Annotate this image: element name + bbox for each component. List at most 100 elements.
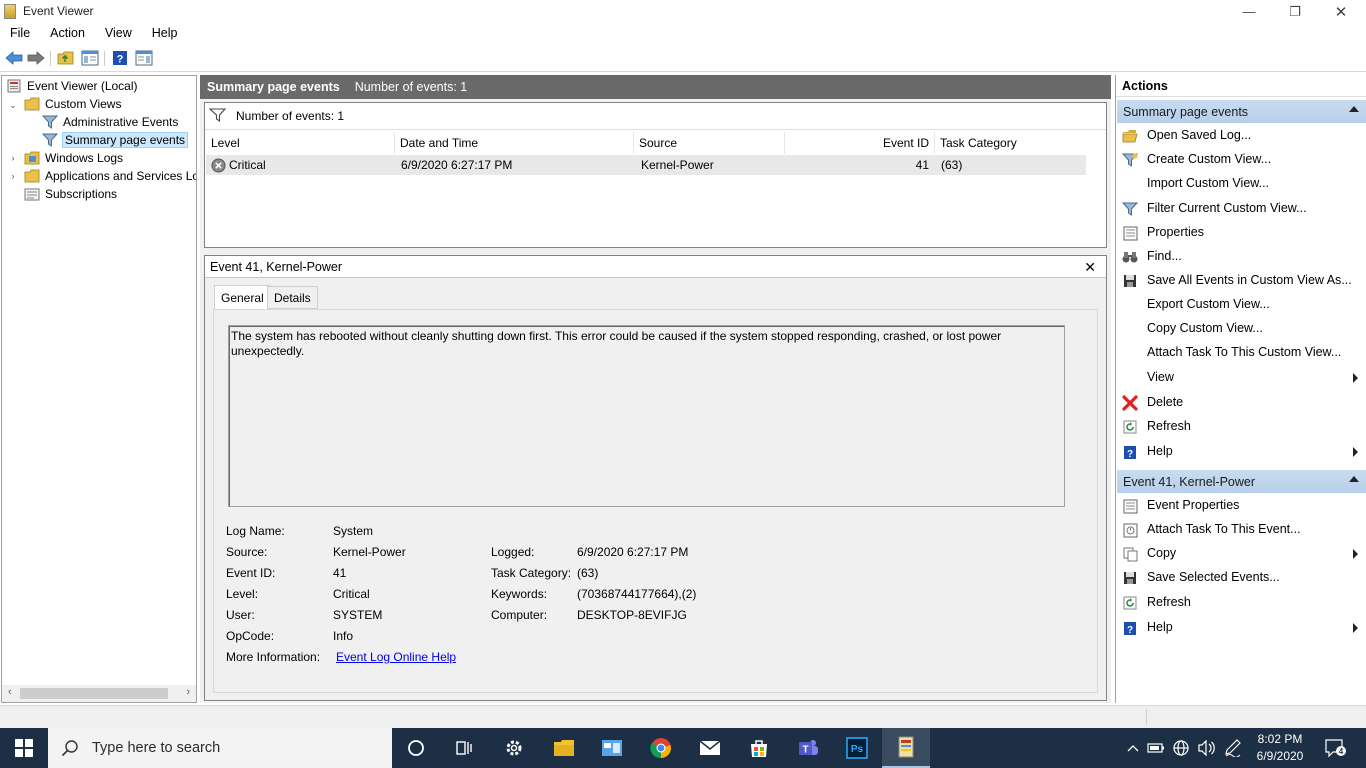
action-export-custom-view[interactable]: Export Custom View... <box>1116 293 1366 316</box>
settings-icon[interactable] <box>490 728 538 768</box>
event-id-cell: 41 <box>915 158 929 172</box>
submenu-arrow-icon <box>1353 623 1358 633</box>
console-tree: Event Viewer (Local) ⌄ Custom Views Admi… <box>1 75 197 703</box>
tree-item-custom-views[interactable]: Custom Views <box>24 95 121 113</box>
tree-item-applications-services-logs[interactable]: Applications and Services Lo <box>24 167 196 185</box>
action-copy-custom-view[interactable]: Copy Custom View... <box>1116 317 1366 340</box>
minimize-button[interactable]: — <box>1226 0 1272 23</box>
menu-view[interactable]: View <box>95 23 142 44</box>
section-event-41[interactable]: Event 41, Kernel-Power <box>1117 470 1366 493</box>
teams-icon[interactable]: T <box>784 728 832 768</box>
chevron-up-icon[interactable] <box>1124 728 1142 768</box>
action-properties[interactable]: Properties <box>1116 221 1366 244</box>
task-view-icon[interactable] <box>440 728 488 768</box>
chevron-right-icon[interactable]: › <box>8 153 18 163</box>
tree-horizontal-scrollbar[interactable]: ‹ › <box>2 685 196 702</box>
chevron-down-icon[interactable]: ⌄ <box>8 100 18 110</box>
detail-title: Event 41, Kernel-Power ✕ <box>205 256 1106 278</box>
help-icon: ? <box>1122 444 1138 460</box>
chrome-icon[interactable] <box>637 728 685 768</box>
notification-icon[interactable]: 4 <box>1320 728 1350 768</box>
collapse-icon[interactable] <box>1349 476 1359 482</box>
action-open-saved-log[interactable]: Open Saved Log... <box>1116 124 1366 147</box>
menu-help[interactable]: Help <box>142 23 188 44</box>
show-hide-console-tree-icon[interactable] <box>80 49 100 67</box>
action-save-all-events[interactable]: Save All Events in Custom View As... <box>1116 269 1366 292</box>
pen-icon[interactable] <box>1222 728 1244 768</box>
event-viewer-taskbar-icon[interactable] <box>882 728 930 768</box>
tree-item-administrative-events[interactable]: Administrative Events <box>42 113 178 131</box>
action-delete[interactable]: Delete <box>1116 391 1366 414</box>
action-refresh[interactable]: Refresh <box>1116 415 1366 438</box>
system-clock[interactable]: 8:02 PM 6/9/2020 <box>1252 731 1308 765</box>
start-button[interactable] <box>0 728 48 768</box>
forward-arrow-icon[interactable] <box>26 49 46 67</box>
close-button[interactable]: ✕ <box>1318 0 1364 23</box>
column-header-event-id[interactable]: Event ID <box>785 132 935 154</box>
tab-general[interactable]: General <box>214 285 271 310</box>
logs-folder-icon <box>24 151 40 165</box>
logged-value: 6/9/2020 6:27:17 PM <box>577 545 689 559</box>
battery-icon[interactable] <box>1146 728 1166 768</box>
column-header-date-time[interactable]: Date and Time <box>395 132 634 154</box>
taskbar-search-box[interactable]: Type here to search <box>48 728 392 768</box>
section-summary-page-events[interactable]: Summary page events <box>1117 100 1366 123</box>
action-copy[interactable]: Copy <box>1116 542 1366 565</box>
event-log-online-help-link[interactable]: Event Log Online Help <box>336 650 456 664</box>
photoshop-icon[interactable]: Ps <box>833 728 881 768</box>
event-description[interactable]: The system has rebooted without cleanly … <box>228 325 1065 507</box>
task-category-label: Task Category: <box>491 566 572 580</box>
action-attach-task-event[interactable]: Attach Task To This Event... <box>1116 518 1366 541</box>
action-event-properties[interactable]: Event Properties <box>1116 494 1366 517</box>
control-panel-icon[interactable] <box>588 728 636 768</box>
action-view[interactable]: View <box>1116 366 1366 389</box>
column-header-task-category[interactable]: Task Category <box>935 132 1087 154</box>
log-name-value: System <box>333 524 374 538</box>
menu-file[interactable]: File <box>0 23 40 44</box>
folder-up-icon[interactable] <box>56 49 76 67</box>
back-arrow-icon[interactable] <box>4 49 24 67</box>
help-icon[interactable]: ? <box>110 49 130 67</box>
mail-icon[interactable] <box>686 728 734 768</box>
filter-icon <box>208 107 227 125</box>
action-find[interactable]: Find... <box>1116 245 1366 268</box>
chevron-right-icon[interactable]: › <box>8 171 18 181</box>
title-bar: Event Viewer — ❐ ✕ <box>0 0 1366 23</box>
collapse-icon[interactable] <box>1349 106 1359 112</box>
file-explorer-icon[interactable] <box>540 728 588 768</box>
action-help[interactable]: ? Help <box>1116 440 1366 463</box>
filter-icon <box>1122 201 1138 217</box>
column-header-level[interactable]: Level <box>206 132 395 154</box>
windows-logo-icon <box>15 739 33 757</box>
actions-title: Actions <box>1116 75 1366 97</box>
status-divider <box>1146 709 1147 725</box>
action-save-selected-events[interactable]: Save Selected Events... <box>1116 566 1366 589</box>
close-icon[interactable]: ✕ <box>1084 259 1096 276</box>
network-icon[interactable] <box>1170 728 1192 768</box>
tree-item-subscriptions[interactable]: Subscriptions <box>24 185 117 203</box>
computer-label: Computer: <box>491 608 548 622</box>
volume-icon[interactable] <box>1195 728 1217 768</box>
store-icon[interactable] <box>735 728 783 768</box>
action-filter-current-custom-view[interactable]: Filter Current Custom View... <box>1116 197 1366 220</box>
tree-item-event-viewer-local[interactable]: Event Viewer (Local) <box>6 77 138 95</box>
action-help-event[interactable]: ? Help <box>1116 616 1366 639</box>
tree-item-windows-logs[interactable]: Windows Logs <box>24 149 123 167</box>
tree-item-summary-page-events[interactable]: Summary page events <box>42 131 189 149</box>
cortana-icon[interactable] <box>392 728 440 768</box>
action-attach-task-custom-view[interactable]: Attach Task To This Custom View... <box>1116 341 1366 364</box>
action-create-custom-view[interactable]: Create Custom View... <box>1116 148 1366 171</box>
tab-details[interactable]: Details <box>267 286 318 309</box>
action-refresh-event[interactable]: Refresh <box>1116 591 1366 614</box>
scrollbar-thumb[interactable] <box>20 688 168 699</box>
column-header-source[interactable]: Source <box>634 132 785 154</box>
table-row[interactable]: Critical 6/9/2020 6:27:17 PM Kernel-Powe… <box>206 155 1086 175</box>
critical-icon <box>211 158 226 173</box>
action-import-custom-view[interactable]: Import Custom View... <box>1116 172 1366 195</box>
scroll-right-icon[interactable]: › <box>186 686 190 698</box>
menu-action[interactable]: Action <box>40 23 95 44</box>
maximize-button[interactable]: ❐ <box>1272 0 1318 23</box>
scroll-left-icon[interactable]: ‹ <box>8 686 12 698</box>
show-hide-action-pane-icon[interactable] <box>134 49 154 67</box>
level-value: Critical <box>333 587 370 601</box>
